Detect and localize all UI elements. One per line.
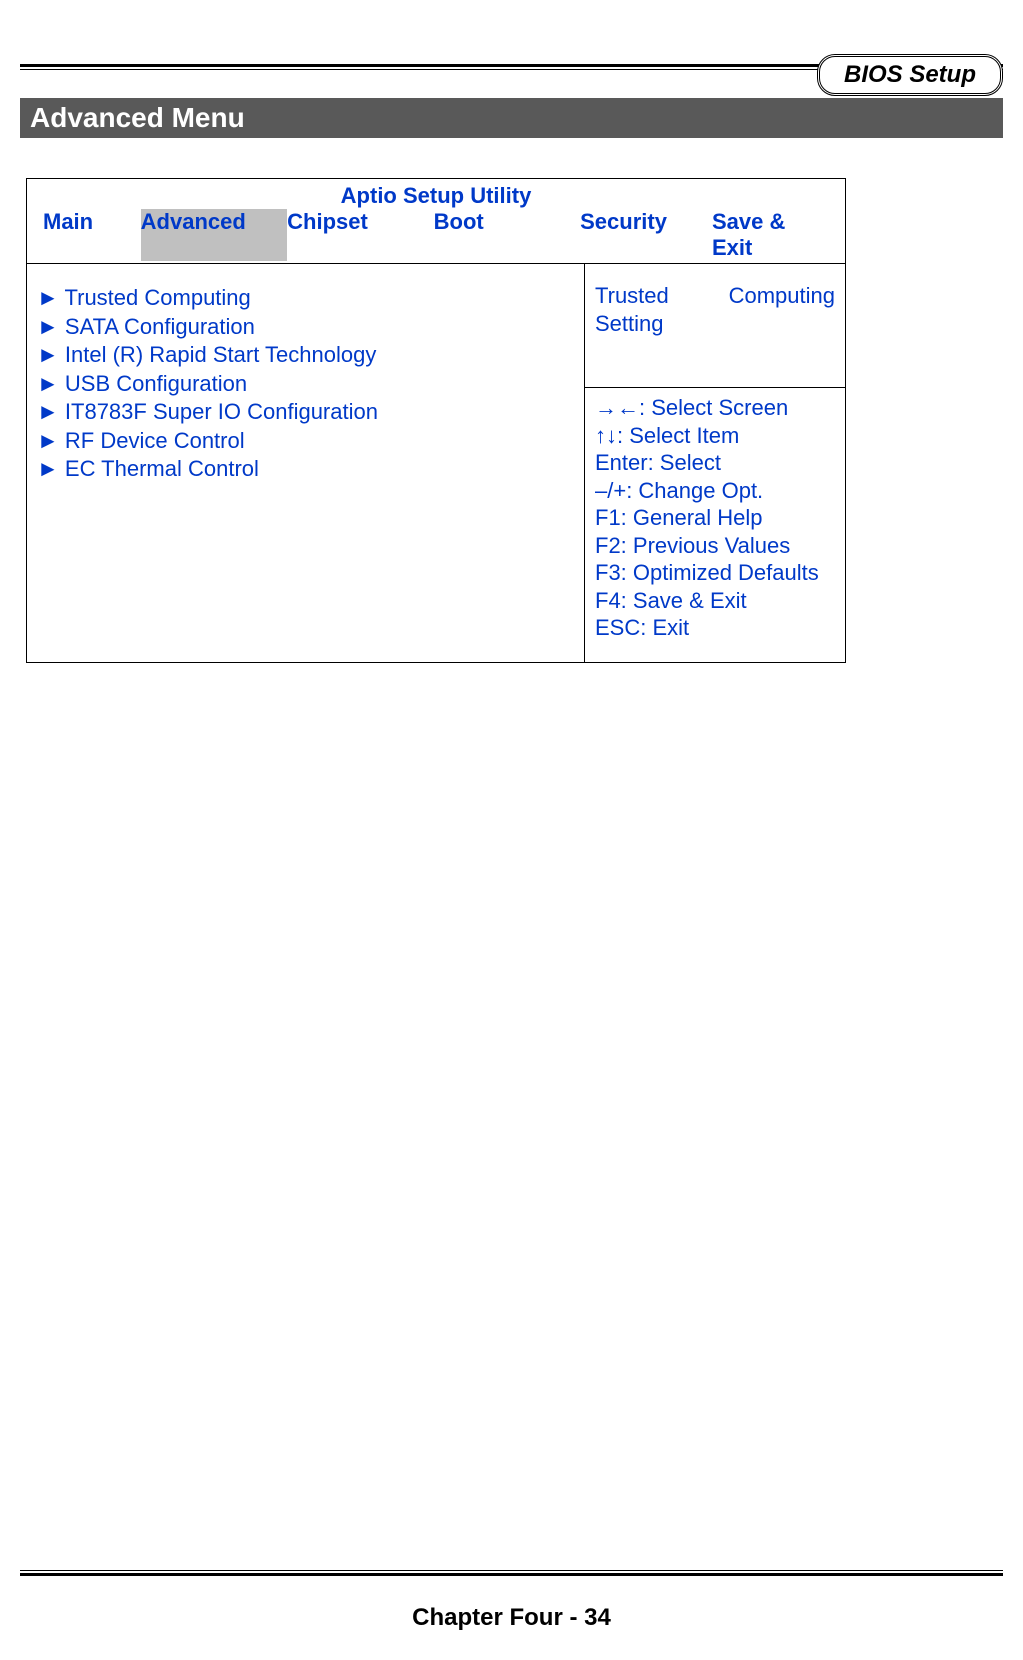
nav-help-line: F3: Optimized Defaults [595,559,835,587]
menu-item-label: IT8783F Super IO Configuration [65,399,378,424]
menu-item-label: EC Thermal Control [65,456,259,481]
bios-menu-list: ► Trusted Computing ► SATA Configuration… [27,264,585,662]
nav-help-line: F4: Save & Exit [595,587,835,615]
item-help-description: Trusted Computing Setting [585,264,845,388]
menu-item-trusted-computing[interactable]: ► Trusted Computing [37,284,584,312]
menu-arrow-icon: ► [37,428,59,453]
menu-item-label: Trusted Computing [65,285,251,310]
menu-arrow-icon: ► [37,456,59,481]
menu-item-rf-device-control[interactable]: ► RF Device Control [37,427,584,455]
menu-item-usb-configuration[interactable]: ► USB Configuration [37,370,584,398]
menu-arrow-icon: ► [37,314,59,339]
bios-setup-panel: Aptio Setup Utility Main Advanced Chipse… [26,178,846,663]
nav-help-line: ESC: Exit [595,614,835,642]
section-title: Advanced Menu [20,98,1003,138]
bios-right-column: Trusted Computing Setting →←: Select Scr… [585,264,845,662]
menu-arrow-icon: ► [37,285,59,310]
bios-panel-header: Aptio Setup Utility Main Advanced Chipse… [27,179,845,264]
nav-help-list: →←: Select Screen ↑↓: Select Item Enter:… [585,388,845,662]
menu-item-label: USB Configuration [65,371,247,396]
nav-help-line: F1: General Help [595,504,835,532]
menu-item-intel-rapid-start[interactable]: ► Intel (R) Rapid Start Technology [37,341,584,369]
page-header: BIOS Setup [20,64,1003,70]
nav-help-line: F2: Previous Values [595,532,835,560]
menu-arrow-icon: ► [37,371,59,396]
tab-security[interactable]: Security [580,209,712,261]
menu-item-label: SATA Configuration [65,314,255,339]
footer-text: Chapter Four - 34 [20,1604,1003,1632]
page-footer: Chapter Four - 34 [20,1570,1003,1632]
tab-boot[interactable]: Boot [434,209,580,261]
menu-item-label: Intel (R) Rapid Start Technology [65,342,376,367]
menu-item-ec-thermal-control[interactable]: ► EC Thermal Control [37,455,584,483]
bios-panel-body: ► Trusted Computing ► SATA Configuration… [27,264,845,662]
menu-item-sata-configuration[interactable]: ► SATA Configuration [37,313,584,341]
menu-item-super-io-config[interactable]: ► IT8783F Super IO Configuration [37,398,584,426]
bios-tabs: Main Advanced Chipset Boot Security Save… [27,209,845,263]
tab-chipset[interactable]: Chipset [287,209,433,261]
menu-arrow-icon: ► [37,342,59,367]
footer-rule [20,1570,1003,1576]
nav-help-line: ↑↓: Select Item [595,422,835,450]
tab-save-exit[interactable]: Save & Exit [712,209,829,261]
tab-advanced[interactable]: Advanced [141,209,287,261]
nav-help-line: Enter: Select [595,449,835,477]
menu-item-label: RF Device Control [65,428,245,453]
nav-help-line: →←: Select Screen [595,394,835,422]
tab-main[interactable]: Main [43,209,141,261]
header-badge: BIOS Setup [817,54,1003,96]
menu-arrow-icon: ► [37,399,59,424]
nav-help-line: –/+: Change Opt. [595,477,835,505]
utility-title: Aptio Setup Utility [27,179,845,209]
